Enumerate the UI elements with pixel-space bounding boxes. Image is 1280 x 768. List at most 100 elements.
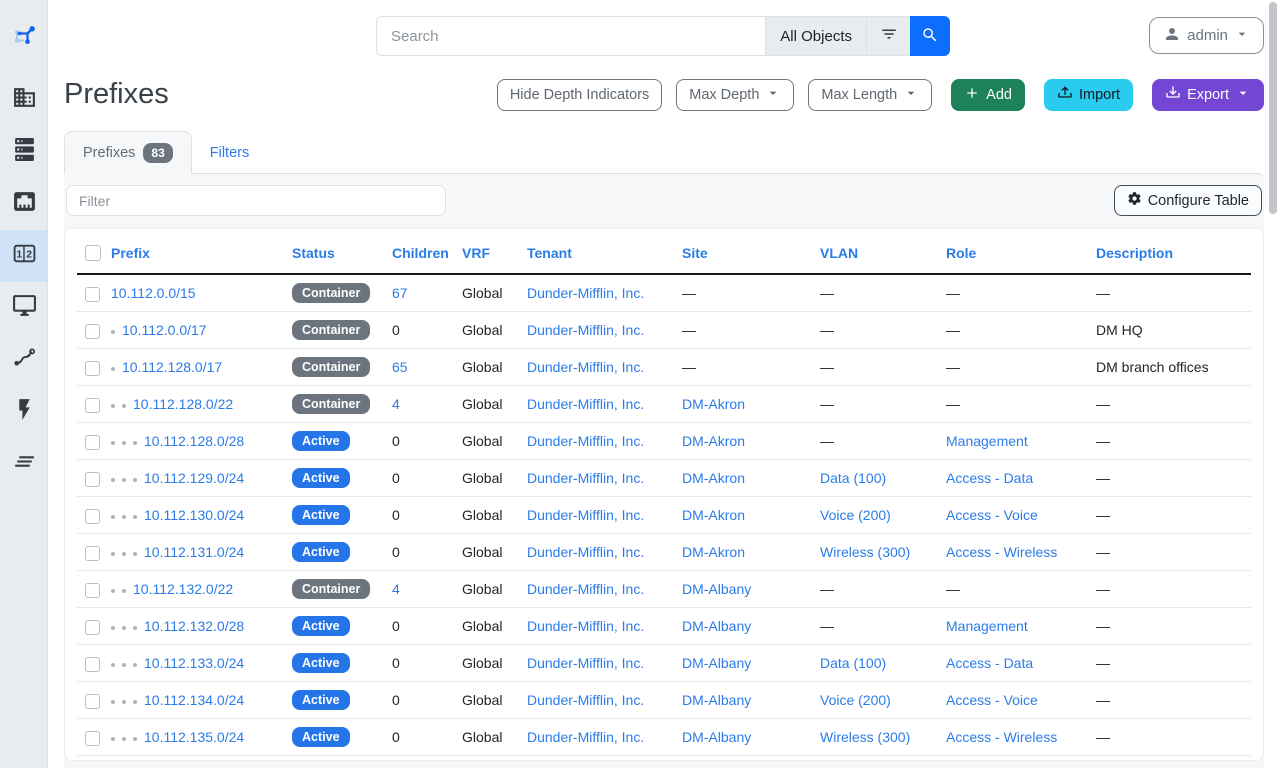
sidebar-item-connections[interactable] [0,178,48,230]
prefix-link[interactable]: 10.112.130.0/24 [144,507,244,523]
tenant-link[interactable]: Dunder-Mifflin, Inc. [527,507,644,523]
row-checkbox[interactable] [85,657,100,672]
row-checkbox[interactable] [85,324,100,339]
role-link[interactable]: Access - Data [946,655,1033,671]
sort-link-children[interactable]: Children [392,245,449,261]
column-header-vlan[interactable]: VLAN [812,229,938,274]
sidebar-item-organization[interactable] [0,74,48,126]
role-link[interactable]: Access - Voice [946,692,1038,708]
sidebar-item-virtualization[interactable] [0,282,48,334]
tenant-link[interactable]: Dunder-Mifflin, Inc. [527,692,644,708]
prefix-link[interactable]: 10.112.134.0/24 [144,692,244,708]
search-input[interactable] [376,16,765,56]
sort-link-vlan[interactable]: VLAN [820,245,858,261]
prefix-link[interactable]: 10.112.0.0/15 [111,285,196,301]
site-link[interactable]: DM-Akron [682,396,745,412]
tenant-link[interactable]: Dunder-Mifflin, Inc. [527,581,644,597]
vlan-link[interactable]: Wireless (300) [820,729,910,745]
tenant-link[interactable]: Dunder-Mifflin, Inc. [527,729,644,745]
search-submit-button[interactable] [910,16,950,56]
prefix-link[interactable]: 10.112.133.0/24 [144,655,244,671]
site-link[interactable]: DM-Akron [682,507,745,523]
role-link[interactable]: Access - Wireless [946,729,1057,745]
user-menu-button[interactable]: admin [1149,17,1264,54]
table-filter-input[interactable] [66,185,446,216]
search-scope-select[interactable]: All Objects [765,16,866,56]
sort-link-site[interactable]: Site [682,245,708,261]
hide-depth-indicators-button[interactable]: Hide Depth Indicators [497,79,662,111]
children-link[interactable]: 4 [392,396,400,412]
tenant-link[interactable]: Dunder-Mifflin, Inc. [527,285,644,301]
column-header-tenant[interactable]: Tenant [519,229,674,274]
sidebar-item-ipam[interactable]: 12 [0,230,48,282]
sort-link-vrf[interactable]: VRF [462,245,490,261]
max-depth-dropdown[interactable]: Max Depth [676,79,794,111]
site-link[interactable]: DM-Albany [682,618,751,634]
role-link[interactable]: Access - Voice [946,507,1038,523]
sort-link-status[interactable]: Status [292,245,335,261]
vlan-link[interactable]: Voice (200) [820,507,891,523]
site-link[interactable]: DM-Akron [682,544,745,560]
site-link[interactable]: DM-Albany [682,655,751,671]
scrollbar-thumb[interactable] [1269,2,1277,214]
column-header-select[interactable] [77,229,103,274]
sidebar-item-other[interactable] [0,438,48,490]
configure-table-button[interactable]: Configure Table [1114,185,1262,216]
site-link[interactable]: DM-Albany [682,729,751,745]
sidebar-item-power[interactable] [0,386,48,438]
column-header-site[interactable]: Site [674,229,812,274]
sidebar-item-circuits[interactable] [0,334,48,386]
prefix-link[interactable]: 10.112.128.0/22 [133,396,233,412]
column-header-vrf[interactable]: VRF [454,229,519,274]
vlan-link[interactable]: Voice (200) [820,692,891,708]
role-link[interactable]: Access - Data [946,470,1033,486]
netbox-logo[interactable] [0,0,47,74]
tenant-link[interactable]: Dunder-Mifflin, Inc. [527,655,644,671]
row-checkbox[interactable] [85,472,100,487]
sort-link-prefix[interactable]: Prefix [111,245,150,261]
tenant-link[interactable]: Dunder-Mifflin, Inc. [527,544,644,560]
row-checkbox[interactable] [85,731,100,746]
tenant-link[interactable]: Dunder-Mifflin, Inc. [527,433,644,449]
children-link[interactable]: 65 [392,359,408,375]
role-link[interactable]: Management [946,433,1028,449]
vlan-link[interactable]: Data (100) [820,655,886,671]
row-checkbox[interactable] [85,287,100,302]
add-button[interactable]: Add [951,79,1025,111]
prefix-link[interactable]: 10.112.129.0/24 [144,470,244,486]
prefix-link[interactable]: 10.112.132.0/28 [144,618,244,634]
tenant-link[interactable]: Dunder-Mifflin, Inc. [527,396,644,412]
column-header-description[interactable]: Description [1088,229,1251,274]
row-checkbox[interactable] [85,583,100,598]
prefix-link[interactable]: 10.112.128.0/17 [122,359,222,375]
site-link[interactable]: DM-Albany [682,581,751,597]
column-header-prefix[interactable]: Prefix [103,229,284,274]
tab-prefixes[interactable]: Prefixes 83 [64,131,192,174]
children-link[interactable]: 67 [392,285,408,301]
role-link[interactable]: Access - Wireless [946,544,1057,560]
export-dropdown[interactable]: Export [1152,79,1264,111]
tenant-link[interactable]: Dunder-Mifflin, Inc. [527,470,644,486]
max-length-dropdown[interactable]: Max Length [808,79,932,111]
prefix-link[interactable]: 10.112.0.0/17 [122,322,207,338]
prefix-link[interactable]: 10.112.132.0/22 [133,581,233,597]
column-header-children[interactable]: Children [384,229,454,274]
row-checkbox[interactable] [85,361,100,376]
row-checkbox[interactable] [85,509,100,524]
sort-link-tenant[interactable]: Tenant [527,245,572,261]
site-link[interactable]: DM-Akron [682,470,745,486]
row-checkbox[interactable] [85,694,100,709]
prefix-link[interactable]: 10.112.135.0/24 [144,729,244,745]
prefix-link[interactable]: 10.112.131.0/24 [144,544,244,560]
scrollbar[interactable] [1266,0,1280,768]
row-checkbox[interactable] [85,398,100,413]
select-all-checkbox[interactable] [85,245,101,261]
site-link[interactable]: DM-Albany [682,692,751,708]
role-link[interactable]: Management [946,618,1028,634]
row-checkbox[interactable] [85,620,100,635]
site-link[interactable]: DM-Akron [682,433,745,449]
prefix-link[interactable]: 10.112.128.0/28 [144,433,244,449]
tenant-link[interactable]: Dunder-Mifflin, Inc. [527,618,644,634]
tenant-link[interactable]: Dunder-Mifflin, Inc. [527,359,644,375]
row-checkbox[interactable] [85,546,100,561]
